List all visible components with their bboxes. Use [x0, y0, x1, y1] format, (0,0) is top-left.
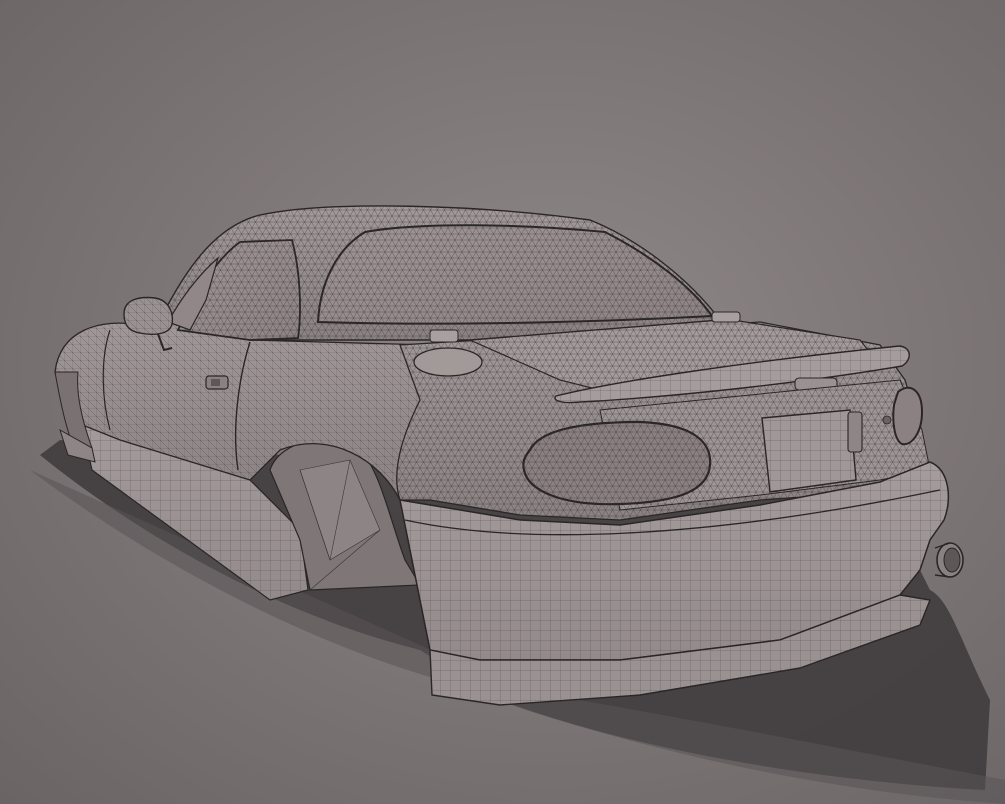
rear-sensor [882, 415, 892, 425]
hardtop-latch-left [429, 329, 459, 343]
fuel-cap [413, 347, 483, 377]
car-render [30, 205, 1005, 804]
3d-viewport[interactable] [0, 0, 1005, 804]
plate-light [847, 411, 863, 453]
hardtop-latch-right [711, 311, 741, 323]
